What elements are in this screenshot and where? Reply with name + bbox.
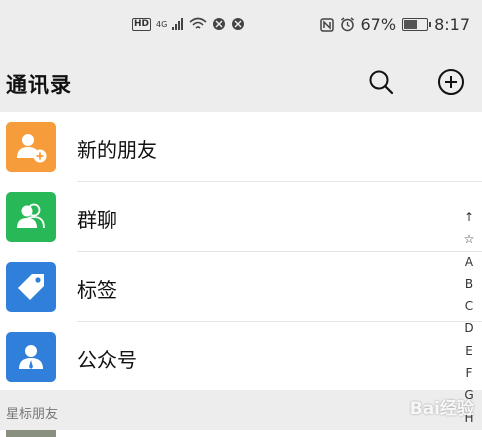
signal-icon: [172, 18, 184, 30]
notification-icon: [213, 18, 226, 30]
clock: 8:17: [434, 15, 470, 34]
list-item-partial[interactable]: [0, 430, 482, 437]
notification-icon: [232, 18, 245, 30]
list-item-tags[interactable]: 标签: [0, 252, 482, 322]
tile-new-friends: [6, 122, 56, 172]
group-icon: [17, 203, 45, 229]
index-letter[interactable]: A: [460, 251, 478, 273]
nfc-icon: [319, 17, 334, 32]
search-button[interactable]: [367, 68, 395, 96]
page-title: 通讯录: [6, 73, 72, 97]
status-left: HD 4G: [132, 17, 245, 31]
list-item-label: 标签: [77, 278, 117, 302]
index-letter[interactable]: B: [460, 273, 478, 295]
alarm-icon: [340, 17, 354, 32]
tile-official-accounts: [6, 332, 56, 382]
official-account-icon: [19, 345, 43, 369]
status-bar: HD 4G 67% 8:17: [0, 0, 482, 54]
add-button[interactable]: [437, 68, 465, 96]
avatar: [6, 430, 56, 437]
network-type: 4G: [156, 19, 168, 29]
list-item-official-accounts[interactable]: 公众号: [0, 322, 482, 392]
index-letter[interactable]: C: [460, 295, 478, 317]
battery-icon: [402, 18, 432, 31]
app-header: 通讯录: [0, 54, 482, 112]
watermark: Bai经验: [409, 399, 474, 419]
index-letter[interactable]: ☆: [460, 228, 478, 250]
index-letter[interactable]: ↑: [460, 206, 478, 228]
wifi-icon: [189, 17, 207, 29]
tile-tags: [6, 262, 56, 312]
index-letter[interactable]: D: [460, 317, 478, 339]
section-title: 星标朋友: [6, 407, 59, 422]
tile-group-chats: [6, 192, 56, 242]
index-letter[interactable]: E: [460, 340, 478, 362]
battery-fill: [404, 20, 418, 29]
list-item-label: 新的朋友: [77, 138, 157, 162]
hd-badge: HD: [132, 17, 152, 31]
list-item-new-friends[interactable]: 新的朋友: [0, 112, 482, 182]
add-friend-icon: [17, 134, 47, 163]
tag-icon: [18, 274, 44, 300]
search-icon: [369, 70, 394, 95]
plus-circle-icon: [438, 69, 464, 95]
battery-percent: 67%: [360, 15, 397, 34]
list-item-group-chats[interactable]: 群聊: [0, 182, 482, 252]
index-letter[interactable]: F: [460, 362, 478, 384]
contacts-function-list: 新的朋友 群聊 标签 公众号: [0, 112, 482, 390]
list-item-label: 群聊: [77, 208, 117, 232]
status-right: 67% 8:17: [319, 15, 470, 34]
list-item-label: 公众号: [77, 348, 137, 372]
